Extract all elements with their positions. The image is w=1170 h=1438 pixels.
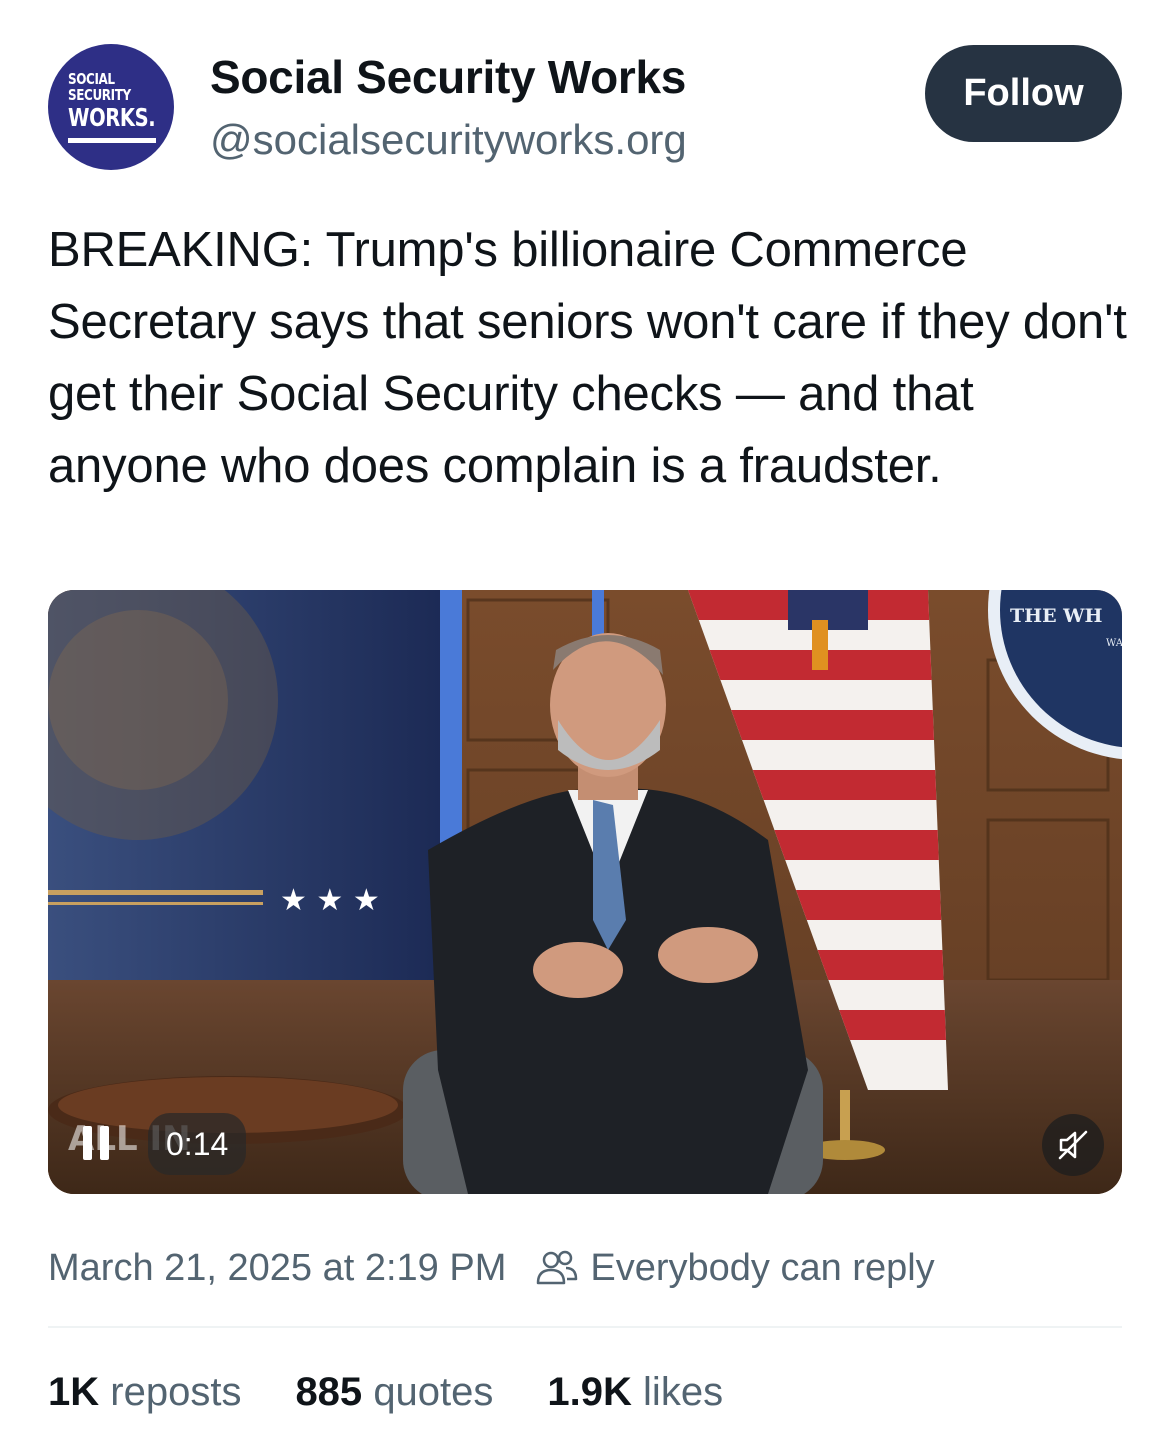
video-player[interactable]: ★ ★ ★ THE WH WAS [48, 590, 1122, 1194]
pause-icon [83, 1126, 109, 1160]
video-duration: 0:14 [148, 1113, 247, 1175]
author-handle[interactable]: @socialsecurityworks.org [210, 116, 687, 164]
svg-text:★ ★ ★: ★ ★ ★ [280, 883, 380, 918]
stat-value: 1K [48, 1369, 100, 1414]
post-stats: 1K reposts 885 quotes 1.9K likes [48, 1364, 777, 1420]
seal-subtext: WAS [1106, 638, 1122, 649]
post-card: SOCIAL SECURITY WORKS. Social Security W… [0, 0, 1170, 1438]
author-name[interactable]: Social Security Works [210, 50, 686, 104]
pause-button[interactable] [68, 1115, 124, 1171]
stat-quotes[interactable]: 885 quotes [295, 1370, 493, 1415]
stat-reposts[interactable]: 1K reposts [48, 1370, 241, 1415]
stat-label: likes [643, 1369, 724, 1414]
post-timestamp[interactable]: March 21, 2025 at 2:19 PM [48, 1247, 506, 1290]
video-frame: ★ ★ ★ THE WH WAS [48, 590, 1122, 1194]
avatar-text-line: SECURITY [68, 86, 131, 104]
stat-value: 885 [295, 1369, 363, 1414]
muted-speaker-icon [1058, 1130, 1088, 1160]
avatar[interactable]: SOCIAL SECURITY WORKS. [48, 44, 174, 170]
divider [48, 1326, 1122, 1328]
stat-label: quotes [373, 1369, 494, 1414]
stat-label: reposts [110, 1369, 242, 1414]
avatar-underline [68, 138, 156, 143]
mute-button[interactable] [1042, 1114, 1104, 1176]
follow-button[interactable]: Follow [925, 45, 1122, 142]
stat-value: 1.9K [547, 1369, 632, 1414]
people-icon [536, 1249, 578, 1287]
avatar-text-line: WORKS. [68, 103, 156, 132]
stat-likes[interactable]: 1.9K likes [547, 1370, 723, 1415]
post-meta: March 21, 2025 at 2:19 PM Everybody can … [48, 1240, 935, 1296]
reply-setting[interactable]: Everybody can reply [590, 1247, 934, 1290]
avatar-text-line: SOCIAL [68, 70, 115, 88]
seal-text: THE WH [1010, 605, 1103, 627]
post-text: BREAKING: Trump's billionaire Commerce S… [48, 223, 1127, 493]
